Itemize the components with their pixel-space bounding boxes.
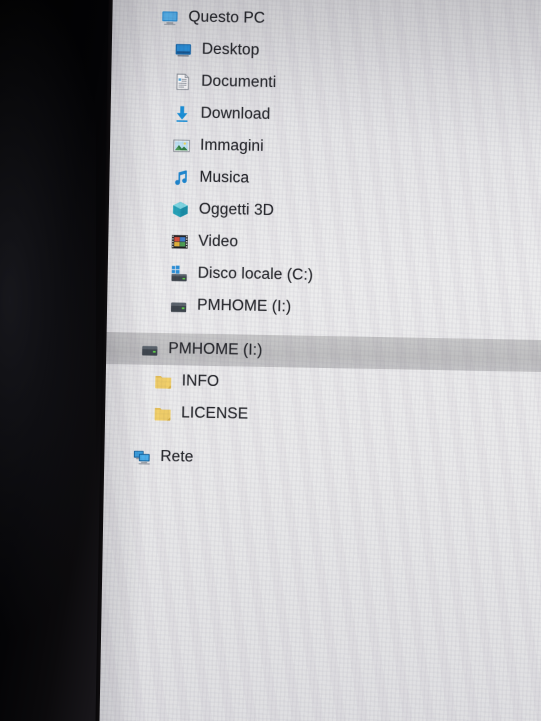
tree-item-rete[interactable]: Rete [104, 440, 541, 481]
tree-item-label: Musica [199, 168, 250, 187]
windows-drive-icon [170, 264, 189, 283]
tree-group-pmhome-drive-group: PMHOME (I:) INFO LICENSE [105, 332, 541, 437]
tree-group-this-pc-group: Questo PC Desktop Documenti Download Immagin… [107, 0, 541, 329]
tree-item-label: Video [198, 232, 239, 251]
tree-item-label: PMHOME (I:) [168, 340, 263, 359]
downloads-icon [172, 104, 191, 123]
drive-icon [169, 296, 188, 315]
folder-icon [153, 403, 172, 422]
3d-objects-icon [171, 200, 190, 219]
pictures-icon [172, 136, 191, 155]
monitor-screen: Questo PC Desktop Documenti Download Immagin… [98, 0, 541, 721]
tree-item-label: Immagini [199, 136, 264, 155]
tree-item-label: Download [200, 104, 271, 123]
tree-item-label: Desktop [201, 40, 260, 59]
videos-icon [170, 232, 189, 251]
folder-icon [154, 371, 173, 390]
tree-item-label: Documenti [201, 72, 277, 92]
tree-item-label: INFO [181, 372, 220, 391]
photograph-of-screen: Questo PC Desktop Documenti Download Immagin… [0, 0, 541, 721]
bezel-sheen [0, 0, 96, 721]
tree-group-network-group: Rete [104, 440, 541, 481]
tree-item-label: Rete [160, 448, 194, 466]
explorer-navigation-pane: Questo PC Desktop Documenti Download Immagin… [98, 0, 541, 721]
music-icon [171, 168, 190, 187]
tree-item-label: Questo PC [188, 8, 266, 27]
tree-item-label: Disco locale (C:) [197, 264, 314, 284]
tree-item-label: LICENSE [180, 404, 249, 423]
network-icon [132, 447, 151, 466]
this-pc-icon [160, 7, 179, 26]
navigation-tree[interactable]: Questo PC Desktop Documenti Download Immagin… [104, 0, 541, 481]
desktop-icon [174, 40, 193, 59]
drive-icon [140, 339, 159, 358]
documents-icon [173, 72, 192, 91]
tree-item-label: PMHOME (I:) [196, 296, 292, 316]
tree-item-label: Oggetti 3D [198, 200, 275, 220]
